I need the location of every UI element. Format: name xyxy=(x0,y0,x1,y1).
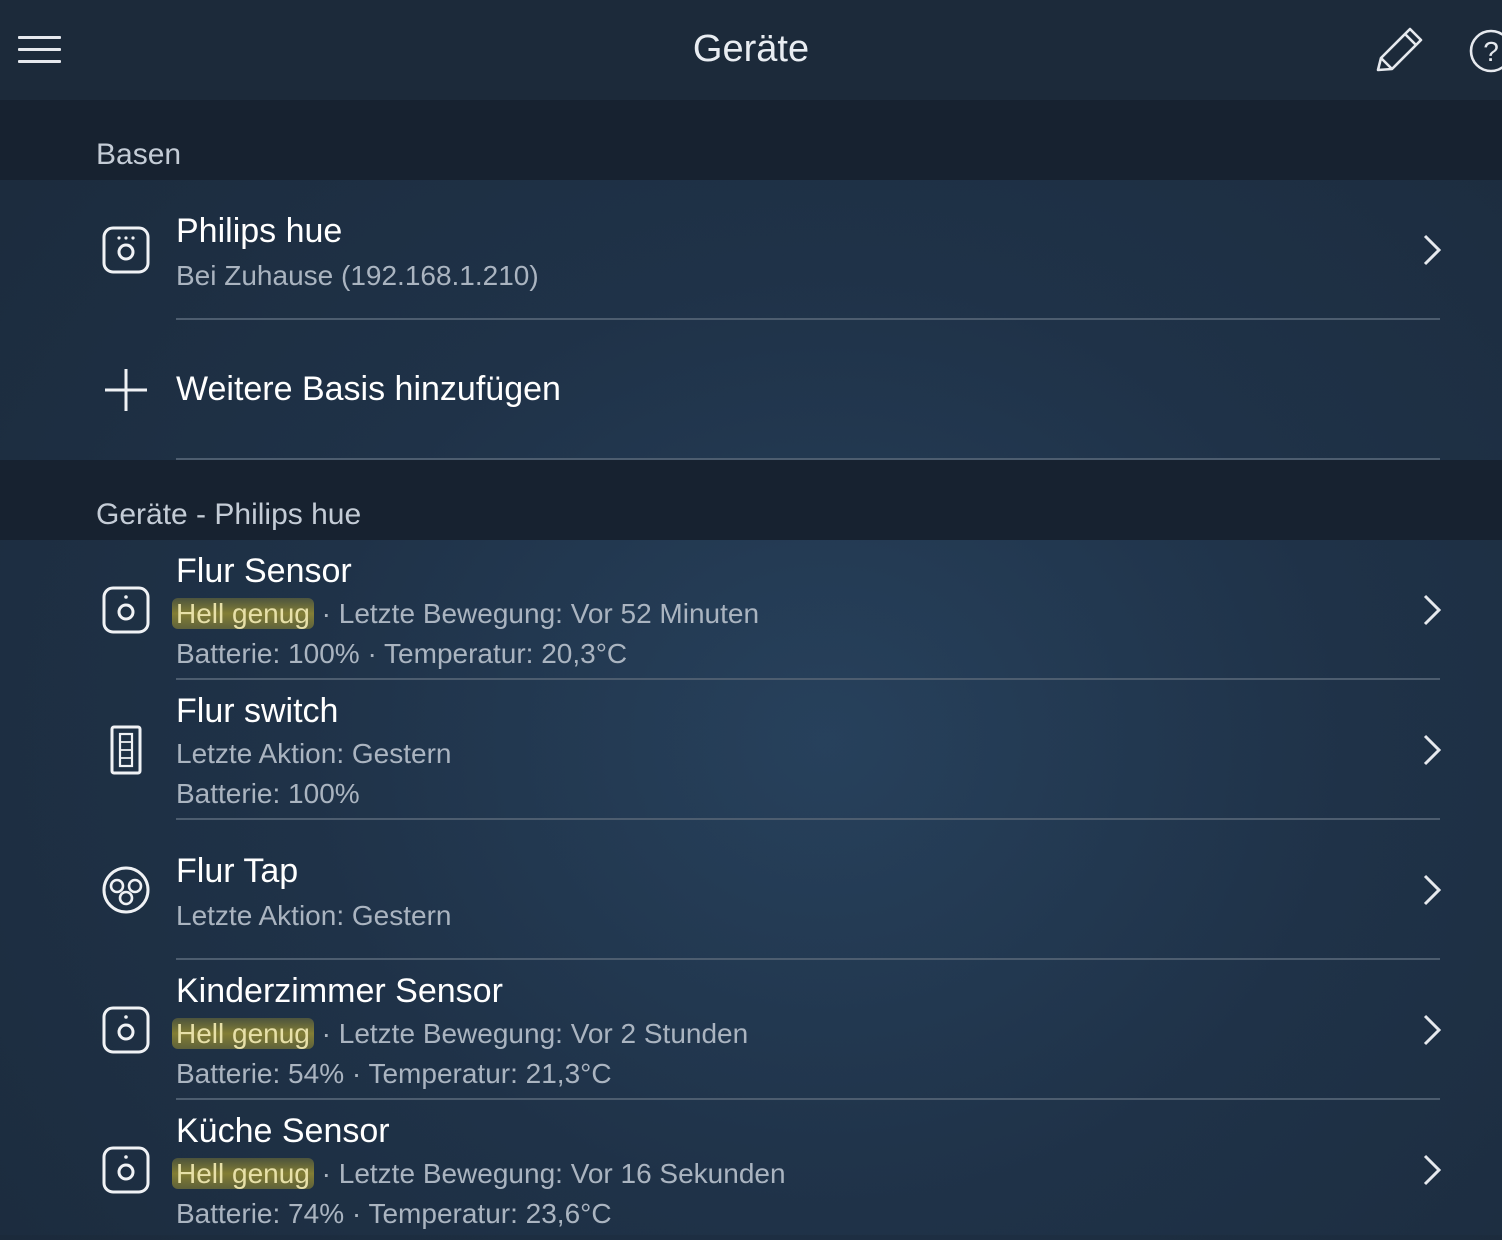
device-name: Küche Sensor xyxy=(176,1112,390,1150)
device-status-line: Letzte Aktion: Gestern xyxy=(176,900,452,931)
chevron-right-icon xyxy=(1423,1014,1442,1046)
device-row-flur-tap[interactable]: Flur Tap Letzte Aktion: Gestern xyxy=(0,820,1502,960)
brightness-highlight: Hell genug xyxy=(172,1018,314,1049)
device-battery-line: Batterie: 100% xyxy=(176,778,360,809)
add-base-row[interactable]: Weitere Basis hinzufügen xyxy=(0,320,1502,460)
device-row-kueche-sensor[interactable]: Küche Sensor Hell genug · Letzte Bewegun… xyxy=(0,1100,1502,1240)
motion-sensor-icon xyxy=(102,1006,150,1054)
status-text: · Letzte Bewegung: Vor 16 Sekunden xyxy=(313,1158,786,1189)
question-mark-icon[interactable]: ? xyxy=(1468,28,1502,74)
section-header-basen: Basen xyxy=(0,100,1502,180)
base-row-philips-hue[interactable]: Philips hue Bei Zuhause (192.168.1.210) xyxy=(0,180,1502,320)
device-battery-line: Batterie: 54% · Temperatur: 21,3°C xyxy=(176,1058,612,1089)
pencil-icon[interactable] xyxy=(1372,26,1424,76)
device-name: Flur switch xyxy=(176,692,339,730)
device-status-line: Letzte Aktion: Gestern xyxy=(176,738,452,769)
brightness-highlight: Hell genug xyxy=(172,598,314,629)
device-status-line: Hell genug · Letzte Bewegung: Vor 2 Stun… xyxy=(172,1018,749,1050)
device-subtitle: Bei Zuhause (192.168.1.210) xyxy=(176,260,539,291)
motion-sensor-icon xyxy=(102,586,150,634)
device-battery-line: Batterie: 74% · Temperatur: 23,6°C xyxy=(176,1198,612,1229)
brightness-highlight: Hell genug xyxy=(172,1158,314,1189)
chevron-right-icon xyxy=(1423,874,1442,906)
chevron-right-icon xyxy=(1423,734,1442,766)
tap-switch-icon xyxy=(102,866,150,914)
svg-text:?: ? xyxy=(1483,36,1499,67)
chevron-right-icon xyxy=(1423,234,1442,266)
device-row-flur-sensor[interactable]: Flur Sensor Hell genug · Letzte Bewegung… xyxy=(0,540,1502,680)
motion-sensor-icon xyxy=(102,1146,150,1194)
device-name: Philips hue xyxy=(176,212,343,250)
section-header-devices: Geräte - Philips hue xyxy=(0,460,1502,540)
section-title: Basen xyxy=(96,138,182,171)
device-name: Flur Tap xyxy=(176,852,299,890)
device-battery-line: Batterie: 100% · Temperatur: 20,3°C xyxy=(176,638,628,669)
plus-icon xyxy=(105,369,147,411)
top-bar: Geräte ? xyxy=(0,0,1502,100)
dimmer-switch-icon xyxy=(110,725,142,775)
device-name: Kinderzimmer Sensor xyxy=(176,972,503,1010)
device-status-line: Hell genug · Letzte Bewegung: Vor 16 Sek… xyxy=(172,1158,786,1190)
device-row-flur-switch[interactable]: Flur switch Letzte Aktion: Gestern Batte… xyxy=(0,680,1502,820)
section-title: Geräte - Philips hue xyxy=(96,498,362,531)
page-title: Geräte xyxy=(692,28,810,70)
chevron-right-icon xyxy=(1423,594,1442,626)
chevron-right-icon xyxy=(1423,1154,1442,1186)
add-base-label: Weitere Basis hinzufügen xyxy=(176,370,561,408)
device-name: Flur Sensor xyxy=(176,552,352,590)
device-status-line: Hell genug · Letzte Bewegung: Vor 52 Min… xyxy=(172,598,760,630)
status-text: · Letzte Bewegung: Vor 2 Stunden xyxy=(313,1018,749,1049)
bridge-icon xyxy=(102,226,150,274)
device-row-kinderzimmer-sensor[interactable]: Kinderzimmer Sensor Hell genug · Letzte … xyxy=(0,960,1502,1100)
status-text: · Letzte Bewegung: Vor 52 Minuten xyxy=(313,598,760,629)
